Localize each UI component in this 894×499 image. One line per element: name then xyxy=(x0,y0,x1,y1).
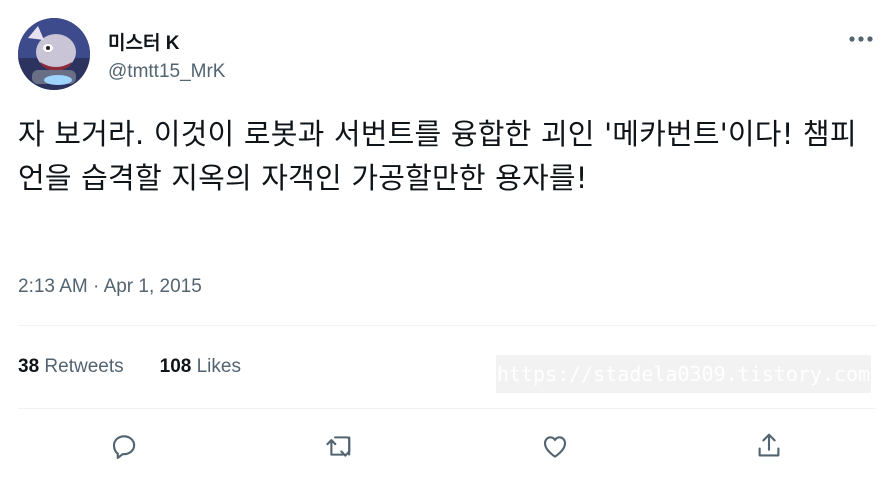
tweet-text: 자 보거라. 이것이 로봇과 서번트를 융합한 괴인 '메카번트'이다! 챔피언… xyxy=(18,117,857,195)
watermark: https://stadela0309.tistory.com xyxy=(496,355,871,393)
retweets-label: Retweets xyxy=(44,356,124,377)
timestamp-separator: · xyxy=(93,276,100,297)
divider-bottom xyxy=(18,408,876,409)
tweet-stats: 38 Retweets 108 Likes xyxy=(18,356,241,378)
share-icon xyxy=(758,433,780,457)
retweets-count: 38 xyxy=(18,356,40,377)
retweet-button[interactable] xyxy=(322,428,358,464)
tweet-date: Apr 1, 2015 xyxy=(103,276,202,297)
avatar[interactable] xyxy=(18,18,90,90)
more-dots-icon xyxy=(849,36,873,42)
like-icon xyxy=(543,436,567,458)
share-button[interactable] xyxy=(751,428,787,464)
retweets-stat[interactable]: 38 Retweets xyxy=(18,356,124,378)
tweet-time: 2:13 AM xyxy=(18,276,88,297)
reply-icon xyxy=(112,435,136,459)
reply-button[interactable] xyxy=(106,428,142,464)
author-name[interactable]: 미스터 K xyxy=(108,28,179,55)
tweet-timestamp[interactable]: 2:13 AM · Apr 1, 2015 xyxy=(18,276,202,298)
retweet-icon xyxy=(326,436,351,457)
author-handle[interactable]: @tmtt15_MrK xyxy=(108,61,225,83)
like-button[interactable] xyxy=(537,428,573,464)
more-options-button[interactable] xyxy=(848,30,874,42)
divider-top xyxy=(18,325,876,326)
likes-count: 108 xyxy=(159,356,192,377)
likes-stat[interactable]: 108 Likes xyxy=(160,356,241,378)
likes-label: Likes xyxy=(196,356,241,377)
avatar-image xyxy=(18,18,90,90)
action-bar xyxy=(0,428,894,464)
